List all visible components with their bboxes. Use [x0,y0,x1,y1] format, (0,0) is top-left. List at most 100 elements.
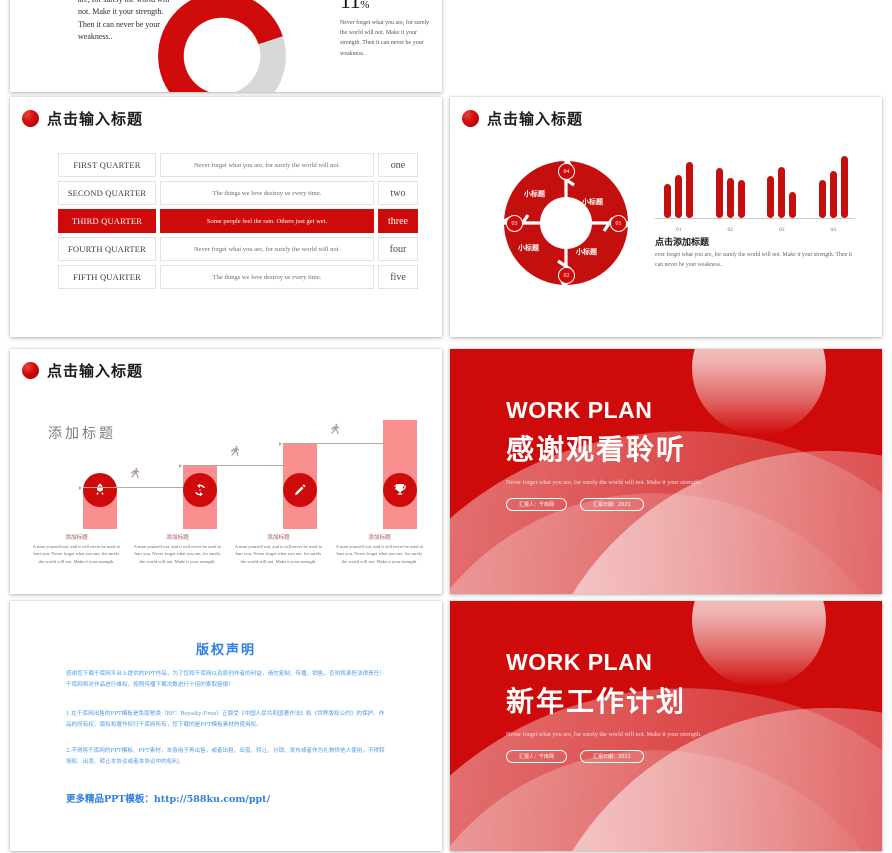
table-row[interactable]: FOURTH QUARTER Never forget what you are,… [58,237,418,261]
stat-description: Never forget what you are, for surely th… [340,20,430,57]
bar-group [661,156,697,218]
english-title: WORK PLAN [506,397,653,423]
bar [778,166,786,218]
table-row[interactable]: FIRST QUARTER Never forget what you are, … [58,153,418,177]
quarter-name-cell: FIRST QUARTER [58,153,156,177]
subtitle: Never forget what you are, for surely th… [506,731,702,738]
cycle-badge-04[interactable]: 04 [558,163,575,180]
bar-tick-label: 02 [727,227,734,233]
quarter-table: FIRST QUARTER Never forget what you are, … [58,153,418,293]
english-title: WORK PLAN [506,649,653,675]
bar [829,170,837,218]
quarter-number-cell: four [378,237,418,261]
template-url-line[interactable]: 更多精品PPT模板：http://588ku.com/ppt/ [66,791,270,805]
copyright-paragraph-3: 2.不得将千库网的PPT模板、PPT素材，本身用于再出售，或者出租、出借、转让、… [66,748,385,766]
refresh-icon[interactable] [183,473,217,507]
step-caption-title: 添加标题 [65,535,88,541]
grouped-bar-chart: 01 02 03 04 [655,156,855,233]
sun-circle-decoration [692,349,826,435]
step-caption: 添加标题 A man yourself not, and it will neve… [26,533,127,565]
chinese-title: 新年工作计划 [506,685,687,718]
slide-thanks[interactable]: WORK PLAN 感谢观看聆听 Never forget what you a… [450,349,882,594]
bar-tick-label: 04 [830,227,837,233]
runner-icon [231,445,240,456]
cycle-donut[interactable]: 小标题 小标题 小标题 小标题 01 02 03 04 [498,155,634,291]
step-caption-title: 添加标题 [368,535,391,541]
page-title: 点击输入标题 [47,362,144,380]
bar [664,183,672,218]
copyright-paragraph-1: 感谢您下载千库网平台上提供的PPT作品，为了您和千库网以及原创作者的利益，请勿复… [66,671,385,689]
bar [767,175,775,218]
chart-axis-line [655,218,855,219]
copyright-paragraph-2: 1.在千库网出售的PPT模板是免版税类（RF：Royalty-Free）正版受《… [66,711,385,729]
thanks-text-block: WORK PLAN 感谢观看聆听 Never forget what you a… [506,397,702,512]
stat-percent: % [360,0,370,11]
stat-value: 11% [340,0,436,14]
quarter-number-cell: five [378,265,418,289]
donut-stat-block: 11% Never forget what you are, for surel… [340,0,436,59]
red-circle-icon [22,110,39,127]
slide-deck: are, for surely the world will not. Make… [0,0,892,853]
copyright-title: 版权声明 [195,643,256,658]
page-title: 点击输入标题 [487,110,584,128]
quarter-desc-cell: The things we love destroy us every time… [160,181,374,205]
step-caption: 添加标题 A man yourself not, and it will neve… [329,533,430,565]
subtitle: Never forget what you are, for surely th… [506,479,702,486]
cycle-badge-01[interactable]: 01 [610,215,627,232]
url-label: 更多精品PPT模板： [66,794,154,805]
cycle-label-01: 小标题 [582,198,603,206]
quarter-desc-cell: Never forget what you are, for surely th… [160,153,374,177]
trophy-icon[interactable] [383,473,417,507]
bar-group [713,156,749,218]
quarter-number-cell: three [378,209,418,233]
step-caption-title: 添加标题 [267,535,290,541]
quarter-desc-cell: Never forget what you are, for surely th… [160,237,374,261]
rocket-icon[interactable] [83,473,117,507]
pen-icon[interactable] [283,473,317,507]
slide-partial-donut[interactable]: are, for surely the world will not. Make… [10,0,442,92]
step-caption-body: A man yourself not, and it will never be… [133,544,222,564]
quarter-name-cell: SECOND QUARTER [58,181,156,205]
bar [715,168,723,218]
bar [675,174,683,218]
slide-cycle-chart[interactable]: 点击输入标题 小标题 小标题 小标题 小标题 01 02 03 04 01 02 0… [450,97,882,337]
stat-number: 11 [340,0,361,13]
step-arrow [279,441,282,446]
donut-paragraph: are, for surely the world will not. Make… [78,0,170,42]
step-caption-body: A man yourself not, and it will never be… [32,544,121,564]
slide-step-chart[interactable]: 点击输入标题 添加标题 添加标题 A man yourself not, and … [10,349,442,594]
url-value[interactable]: http://588ku.com/ppt/ [154,794,270,805]
date-pill: 汇报日期：2021 [580,750,644,764]
slide-quarter-table[interactable]: 点击输入标题 FIRST QUARTER Never forget what yo… [10,97,442,337]
step-captions: 添加标题 A man yourself not, and it will neve… [26,533,430,565]
sun-circle-decoration [692,601,826,687]
slide-title: 点击输入标题 [22,108,143,129]
slide-title: 点击输入标题 [462,108,583,129]
bar-tick-label: 01 [676,227,682,233]
cycle-badge-02[interactable]: 02 [558,267,575,284]
table-row[interactable]: THIRD QUARTER Some people feel the rain. … [58,209,418,233]
bar [737,179,745,218]
table-row[interactable]: SECOND QUARTER The things we love destroy… [58,181,418,205]
step-caption: 添加标题 A man yourself not, and it will neve… [127,533,228,565]
cover-text-block: WORK PLAN 新年工作计划 Never forget what you a… [506,649,702,764]
cycle-badge-03[interactable]: 03 [506,215,523,232]
quarter-number-cell: one [378,153,418,177]
page-title: 点击输入标题 [47,110,144,128]
slide-cover[interactable]: WORK PLAN 新年工作计划 Never forget what you a… [450,601,882,851]
step-connector [83,486,183,488]
bar [789,191,797,218]
step-arrow [179,463,182,468]
presenter-pill: 汇报人：千库网 [506,498,568,512]
quarter-name-cell: THIRD QUARTER [58,209,156,233]
meta-pills: 汇报人：千库网 汇报日期：2021 [506,750,702,764]
table-row[interactable]: FIFTH QUARTER The things we love destroy … [58,265,418,289]
runner-icon [331,423,340,435]
quarter-desc-cell: The things we love destroy us every time… [160,265,374,289]
slide-copyright[interactable]: 版权声明 感谢您下载千库网平台上提供的PPT作品，为了您和千库网以及原创作者的利… [10,601,442,851]
chinese-title: 感谢观看聆听 [506,433,687,466]
chart-caption-body: ever forget what you are, for surely the… [655,252,852,268]
quarter-name-cell: FOURTH QUARTER [58,237,156,261]
bar [840,156,848,218]
meta-pills: 汇报人：千库网 汇报日期：2021 [506,498,702,512]
